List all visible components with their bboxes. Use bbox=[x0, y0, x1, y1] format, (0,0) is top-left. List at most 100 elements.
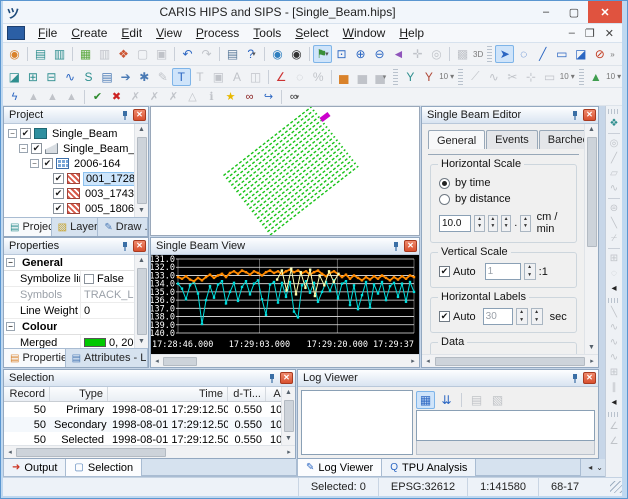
globe-icon[interactable]: ◉ bbox=[268, 45, 287, 63]
editor-tab-general[interactable]: General bbox=[428, 130, 486, 149]
menu-window[interactable]: Window bbox=[336, 24, 393, 42]
property-section-colour[interactable]: − Colour bbox=[4, 319, 134, 335]
globe-grid-icon[interactable]: ▩ bbox=[453, 45, 472, 63]
pin-icon[interactable] bbox=[390, 240, 402, 252]
properties-scrollbar[interactable]: ▲ ▼ bbox=[134, 255, 148, 348]
dock-scroll-arrows[interactable]: ◂ ⌄ bbox=[581, 459, 605, 477]
print-log-icon[interactable]: ▤ bbox=[467, 391, 486, 409]
editor-tab-barcheck[interactable]: Barcheck bbox=[538, 130, 584, 149]
panel-close-icon[interactable]: ✕ bbox=[404, 240, 417, 252]
swath-tool-icon[interactable]: ❖ bbox=[607, 116, 622, 131]
zoom-previous-icon[interactable]: ◄ bbox=[389, 45, 408, 63]
editor-scrollbar[interactable]: ▲ ▼ bbox=[584, 124, 598, 354]
pin-icon[interactable] bbox=[119, 240, 131, 252]
svp-icon[interactable]: S bbox=[79, 68, 98, 86]
undo-icon[interactable]: ↶ bbox=[178, 45, 197, 63]
toolbar-grip[interactable] bbox=[578, 68, 584, 85]
slope-tool-icon[interactable]: ╲ bbox=[607, 216, 622, 231]
zoom-extent-icon[interactable]: ◎ bbox=[427, 45, 446, 63]
swirl-icon[interactable]: ◌ bbox=[290, 68, 309, 86]
overflow-chevron[interactable]: » bbox=[609, 50, 615, 59]
tree-item-005_1806[interactable]: ✔ 005_1806 bbox=[4, 201, 134, 216]
maximize-button[interactable]: ▢ bbox=[560, 1, 588, 23]
hlabels-auto-checkbox[interactable]: ✔ bbox=[439, 311, 450, 322]
menu-edit[interactable]: Edit bbox=[114, 24, 149, 42]
panel-close-icon[interactable]: ✕ bbox=[280, 372, 293, 384]
map-view[interactable] bbox=[150, 106, 420, 236]
export-icon[interactable]: ➔ bbox=[116, 68, 135, 86]
folder-icon[interactable]: ▥ bbox=[95, 45, 114, 63]
blob-tool-icon[interactable]: ◌ bbox=[607, 266, 622, 281]
mdi-window-buttons[interactable]: – ❐ ✕ bbox=[569, 27, 622, 40]
tree-expander-icon[interactable]: − bbox=[19, 144, 28, 153]
navigation-icon[interactable]: ∿ bbox=[61, 68, 80, 86]
rect-add-icon[interactable]: ⊞ bbox=[607, 251, 622, 266]
by-distance-radio[interactable] bbox=[439, 193, 450, 205]
spline2-icon[interactable]: ∿ bbox=[607, 335, 622, 350]
measure2-icon[interactable]: ∠ bbox=[607, 434, 622, 449]
edit-pencil-icon[interactable]: ✎ bbox=[154, 68, 173, 86]
tab-project[interactable]: ▤Project bbox=[4, 218, 52, 236]
single-beam-editor-icon[interactable]: T bbox=[172, 67, 191, 86]
tab-selection[interactable]: ▢ Selection bbox=[66, 459, 143, 476]
chart-colored-icon[interactable]: ▅ bbox=[335, 68, 354, 86]
chart3-icon[interactable]: ▅ ▾ bbox=[372, 68, 391, 86]
pin-icon[interactable] bbox=[569, 372, 581, 384]
hscale-spinner-3[interactable]: ▲ ▼ bbox=[501, 214, 512, 232]
line-edit4-icon[interactable]: ⊹ bbox=[522, 68, 541, 86]
hlabels-spinner-1[interactable]: ▲ ▼ bbox=[515, 308, 528, 325]
menu-process[interactable]: Process bbox=[189, 24, 246, 42]
query-bolt-icon[interactable]: ϟ bbox=[5, 89, 24, 104]
property-row-symbols[interactable]: SymbolsTRACK_LINE bbox=[4, 287, 134, 303]
preview-log-icon[interactable]: ▧ bbox=[488, 391, 507, 409]
column-header-approx-f[interactable]: Approx. F bbox=[266, 387, 281, 401]
globe-dark-icon[interactable]: ◉ bbox=[287, 45, 306, 63]
tree-checkbox[interactable]: ✔ bbox=[53, 188, 64, 199]
table-row[interactable]: 50Primary1998-08-01 17:29:12.5000.550109… bbox=[4, 402, 281, 417]
toolbar-grip[interactable] bbox=[458, 68, 463, 85]
editor-tab-events[interactable]: Events bbox=[486, 130, 538, 149]
filter-flask-icon[interactable]: Y bbox=[420, 68, 439, 86]
attitude-editor-icon[interactable]: A bbox=[228, 68, 247, 86]
line-edit3-icon[interactable]: ✂ bbox=[503, 68, 522, 86]
project-scrollbar[interactable]: ▲ ▼ bbox=[134, 124, 148, 217]
measure1-icon[interactable]: ∠ bbox=[607, 419, 622, 434]
save-icon[interactable]: ▢ bbox=[133, 45, 152, 63]
select-arrow-icon[interactable]: ➤ bbox=[495, 45, 515, 63]
column-header-d-ti-[interactable]: d-Ti... bbox=[228, 387, 266, 401]
categorize-icon[interactable]: ▦ bbox=[416, 391, 435, 409]
menu-file[interactable]: File bbox=[31, 24, 64, 42]
hatch-tool-icon[interactable]: ∥ bbox=[607, 380, 622, 395]
help-icon[interactable]: ? ▾ bbox=[242, 45, 261, 63]
zoom-out-icon[interactable]: ⊖ bbox=[370, 45, 389, 63]
filter-check-icon[interactable]: Y bbox=[401, 68, 420, 86]
tab-output[interactable]: ➜ Output bbox=[4, 459, 67, 476]
tab-layers[interactable]: ▧Layers bbox=[51, 218, 99, 236]
pin-icon[interactable] bbox=[569, 109, 581, 121]
property-row-merged[interactable]: Merged0, 200, 0 bbox=[4, 335, 134, 348]
warning-icon[interactable]: △ bbox=[183, 89, 202, 104]
panel-close-icon[interactable]: ✕ bbox=[133, 109, 146, 121]
tree-checkbox[interactable]: ✔ bbox=[53, 203, 64, 214]
collapse-left-icon[interactable]: ◂ bbox=[607, 281, 622, 296]
ratio-icon[interactable]: % bbox=[309, 68, 328, 86]
reject-sub1-icon[interactable]: ✗ bbox=[126, 89, 145, 104]
curve-tool-icon[interactable]: ∿ bbox=[607, 181, 622, 196]
diag-line-icon[interactable]: ╲ bbox=[607, 305, 622, 320]
log-list[interactable] bbox=[301, 390, 413, 455]
beam1-icon[interactable]: ▲ bbox=[24, 89, 43, 104]
toolbar-grip[interactable] bbox=[608, 298, 620, 303]
toolbar-grip[interactable] bbox=[608, 412, 620, 417]
selection-table[interactable]: RecordTypeTimed-Ti...Approx. F 50Primary… bbox=[4, 387, 281, 445]
line-edit1-icon[interactable]: ⟋ bbox=[466, 68, 485, 86]
vscale-auto-checkbox[interactable]: ✔ bbox=[439, 266, 450, 277]
spline3-icon[interactable]: ∿ bbox=[607, 350, 622, 365]
pin-icon[interactable] bbox=[266, 372, 278, 384]
log-detail-grid[interactable] bbox=[416, 410, 595, 441]
property-section-general[interactable]: − General bbox=[4, 255, 134, 271]
scroll-left-icon[interactable]: ◂ bbox=[588, 463, 592, 472]
select-rect-icon[interactable]: ▭ bbox=[552, 45, 571, 63]
tide-add-icon[interactable]: ⊞ bbox=[24, 68, 43, 86]
tab-draw-[interactable]: ✎Draw ... bbox=[98, 218, 148, 236]
badge-3d[interactable]: 3D bbox=[472, 50, 484, 59]
